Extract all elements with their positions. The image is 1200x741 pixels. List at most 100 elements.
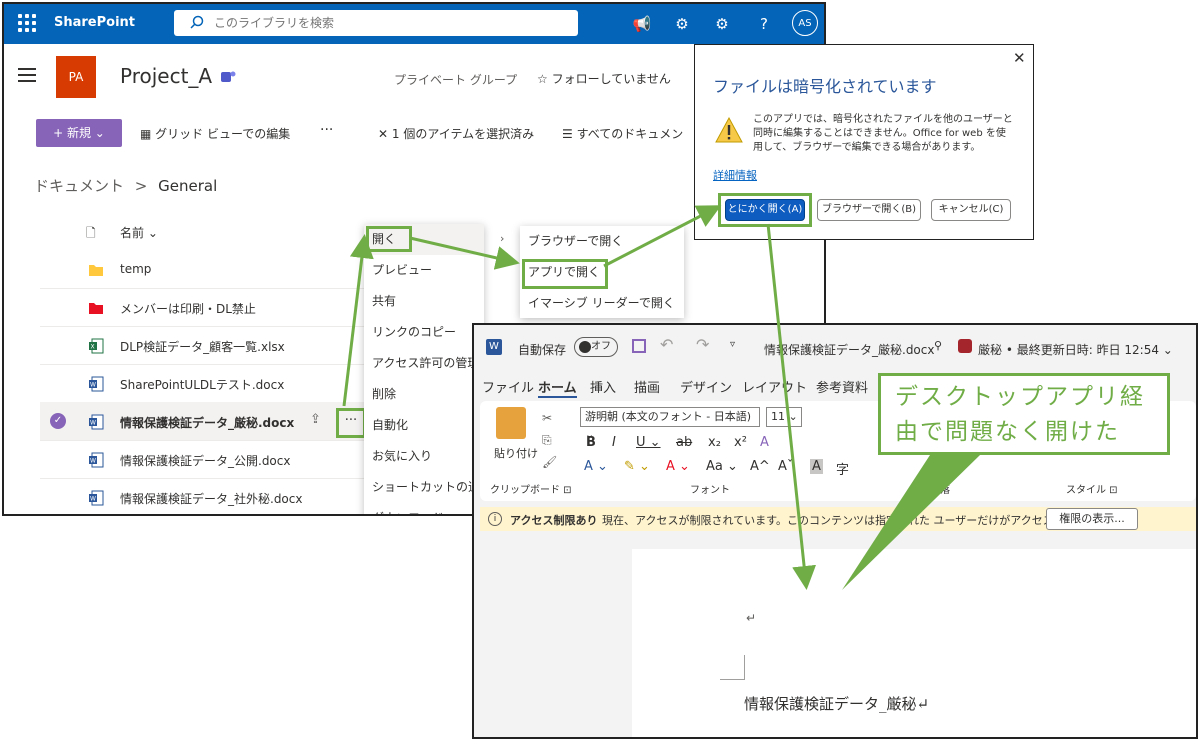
strikethrough-button[interactable]: ab xyxy=(676,435,692,450)
app-launcher-icon[interactable] xyxy=(18,14,36,32)
underline-button[interactable]: U ⌄ xyxy=(636,435,661,450)
excel-file-icon: X xyxy=(89,338,104,354)
search-box[interactable] xyxy=(174,10,578,36)
file-name[interactable]: temp xyxy=(120,262,151,276)
view-permissions-button[interactable]: 権限の表示... xyxy=(1046,508,1138,530)
font-name-select[interactable]: 游明朝 (本文のフォント - 日本語) ⌄ xyxy=(580,407,760,441)
word-file-icon: W xyxy=(89,414,104,430)
sensitivity-label[interactable]: 厳秘 • 最終更新日時: 昨日 12:54 ⌄ xyxy=(978,341,1173,358)
superscript-button[interactable]: x² xyxy=(734,435,747,450)
menu-item-share[interactable]: 共有 xyxy=(364,286,484,317)
paste-label[interactable]: 貼り付け xyxy=(494,445,538,461)
file-name[interactable]: DLP検証データ_顧客一覧.xlsx xyxy=(120,338,285,355)
grid-edit-button[interactable]: ▦ グリッド ビューでの編集 xyxy=(140,125,290,142)
font-color-button[interactable]: A ⌄ xyxy=(666,459,690,474)
table-row[interactable]: W 情報保護検証データ_社外秘.docx xyxy=(40,478,364,514)
avatar[interactable]: AS xyxy=(792,10,818,36)
clipboard-small-icons[interactable]: ✂ ⎘ 🖌 xyxy=(542,407,557,473)
table-row[interactable]: メンバーは印刷・DL禁止 xyxy=(40,288,364,327)
menu-item-preview[interactable]: プレビュー xyxy=(364,255,484,286)
change-case-button[interactable]: Aa ⌄ xyxy=(706,459,738,474)
table-row-selected[interactable]: ✓ W 情報保護検証データ_厳秘.docx ⇪ ··· xyxy=(40,402,366,441)
tab-design[interactable]: デザイン xyxy=(680,377,732,396)
open-submenu: ブラウザーで開く アプリで開く イマーシブ リーダーで開く xyxy=(520,226,684,318)
search-input[interactable] xyxy=(214,14,564,32)
table-row[interactable]: W SharePointULDLテスト.docx xyxy=(40,364,364,403)
highlight-button[interactable]: ✎ ⌄ xyxy=(624,459,650,474)
enclosed-char-button[interactable]: 字 xyxy=(836,459,849,478)
bold-button[interactable]: B xyxy=(586,435,596,450)
check-icon[interactable]: ✓ xyxy=(50,413,66,429)
submenu-immersive-reader[interactable]: イマーシブ リーダーで開く xyxy=(520,288,684,319)
menu-item-manage-access[interactable]: アクセス許可の管理 xyxy=(364,348,484,379)
warning-icon xyxy=(715,117,743,143)
file-name[interactable]: 情報保護検証データ_厳秘.docx xyxy=(120,414,294,431)
menu-item-delete[interactable]: 削除 xyxy=(364,379,484,410)
tab-file[interactable]: ファイル xyxy=(482,377,534,396)
table-row[interactable]: temp xyxy=(40,250,364,289)
table-row[interactable]: X DLP検証データ_顧客一覧.xlsx xyxy=(40,326,364,365)
menu-item-download[interactable]: ダウンロード xyxy=(364,503,484,514)
document-text[interactable]: 情報保護検証データ_厳秘↵ xyxy=(744,693,929,714)
follow-button[interactable]: ☆ フォローしていません xyxy=(537,70,671,87)
help-icon[interactable]: ? xyxy=(754,14,774,34)
word-file-icon: W xyxy=(89,376,104,392)
site-logo[interactable]: PA xyxy=(56,56,96,98)
new-button[interactable]: + 新規 ⌄ xyxy=(36,119,122,147)
hamburger-icon[interactable] xyxy=(18,68,36,82)
paste-icon[interactable] xyxy=(496,407,526,439)
clear-format-button[interactable]: A xyxy=(760,435,769,450)
menu-item-add-shortcut[interactable]: ショートカットの追加 xyxy=(364,472,484,503)
learn-more-link[interactable]: 詳細情報 xyxy=(713,167,757,183)
close-icon[interactable]: ✕ xyxy=(1013,49,1026,67)
megaphone-icon[interactable]: 📢 xyxy=(632,14,652,34)
breadcrumb-root[interactable]: ドキュメント xyxy=(34,177,124,195)
context-menu: 開く プレビュー 共有 リンクのコピー アクセス許可の管理 削除 自動化 お気に… xyxy=(364,224,484,514)
open-in-browser-button[interactable]: ブラウザーで開く(B) xyxy=(817,199,921,221)
gear-icon[interactable]: ⚙ xyxy=(712,14,732,34)
site-title[interactable]: Project_A xyxy=(120,64,212,88)
teams-icon[interactable] xyxy=(220,69,236,85)
tab-insert[interactable]: 挿入 xyxy=(590,377,616,396)
sharepoint-header: SharePoint 📢 ⚙ ⚙ ? AS xyxy=(4,4,824,44)
shrink-font-button[interactable]: Aˇ xyxy=(778,459,793,474)
autosave-toggle[interactable]: オフ xyxy=(574,337,618,357)
undo-icon[interactable]: ↶ xyxy=(660,335,673,354)
italic-button[interactable]: I xyxy=(612,435,616,450)
subscript-button[interactable]: x₂ xyxy=(708,435,721,450)
font-size-select[interactable]: 11 ⌄ xyxy=(766,407,802,427)
chevron-right-icon: › xyxy=(500,232,505,245)
row-more-button[interactable]: ··· xyxy=(336,408,366,438)
tab-home[interactable]: ホーム xyxy=(538,377,577,398)
menu-item-copy-link[interactable]: リンクのコピー xyxy=(364,317,484,348)
file-name[interactable]: メンバーは印刷・DL禁止 xyxy=(120,300,256,317)
menu-item-favorite[interactable]: お気に入り xyxy=(364,441,484,472)
selection-status[interactable]: ✕ 1 個のアイテムを選択済み xyxy=(378,125,534,142)
share-icon[interactable]: ⇪ xyxy=(310,412,321,427)
view-selector[interactable]: ☰ すべてのドキュメン xyxy=(562,125,683,142)
apps-icon[interactable]: ⚙ xyxy=(672,14,692,34)
file-name[interactable]: 情報保護検証データ_公開.docx xyxy=(120,452,290,469)
more-commands-button[interactable]: ··· xyxy=(320,122,333,138)
grow-font-button[interactable]: A^ xyxy=(750,459,770,474)
tab-draw[interactable]: 描画 xyxy=(634,377,660,396)
text-effects-button[interactable]: A ⌄ xyxy=(584,459,608,474)
table-row[interactable]: W 情報保護検証データ_公開.docx xyxy=(40,440,364,479)
file-name[interactable]: SharePointULDLテスト.docx xyxy=(120,376,284,393)
file-name[interactable]: 情報保護検証データ_社外秘.docx xyxy=(120,490,302,507)
toggle-state: オフ xyxy=(591,341,611,352)
char-shading-button[interactable]: A xyxy=(810,459,823,474)
breadcrumb-current: General xyxy=(158,177,218,195)
menu-item-automate[interactable]: 自動化 xyxy=(364,410,484,441)
redo-icon[interactable]: ↷ xyxy=(696,335,709,354)
submenu-open-in-browser[interactable]: ブラウザーで開く xyxy=(520,226,684,257)
tab-references[interactable]: 参考資料 xyxy=(816,377,868,396)
tab-layout[interactable]: レイアウト xyxy=(742,377,807,396)
cancel-button[interactable]: キャンセル(C) xyxy=(931,199,1011,221)
document-name[interactable]: 情報保護検証データ_厳秘.docx xyxy=(764,341,934,358)
document-page[interactable]: ↵ 情報保護検証データ_厳秘↵ xyxy=(632,549,1196,737)
save-icon[interactable] xyxy=(632,339,646,353)
sharepoint-brand[interactable]: SharePoint xyxy=(54,15,135,30)
quick-access-more-icon[interactable]: ▿ xyxy=(730,339,735,350)
margin-marker xyxy=(720,655,745,680)
